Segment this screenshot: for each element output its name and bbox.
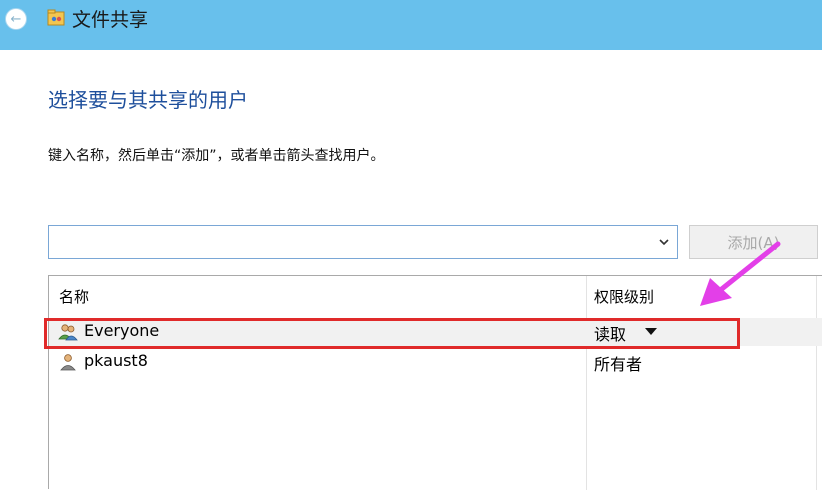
chevron-down-icon[interactable] bbox=[655, 234, 673, 250]
user-icon bbox=[60, 354, 76, 371]
user-name-input[interactable] bbox=[49, 226, 649, 258]
list-item-pkaust8[interactable]: pkaust8 所有者 bbox=[49, 348, 822, 376]
title-bar: ← 文件共享 bbox=[0, 0, 822, 50]
window-title: 文件共享 bbox=[72, 9, 149, 31]
column-header-permission[interactable]: 权限级别 bbox=[594, 286, 654, 307]
user-name: pkaust8 bbox=[84, 351, 148, 370]
back-arrow-icon[interactable]: ← bbox=[5, 8, 27, 30]
instruction-text: 键入名称，然后单击“添加”，或者单击箭头查找用户。 bbox=[48, 148, 385, 164]
column-header-name[interactable]: 名称 bbox=[59, 286, 89, 307]
file-sharing-icon bbox=[47, 9, 65, 26]
column-divider bbox=[586, 276, 587, 490]
user-name-combobox[interactable] bbox=[48, 225, 678, 259]
permission-level: 所有者 bbox=[594, 355, 643, 374]
page-heading: 选择要与其共享的用户 bbox=[48, 88, 248, 112]
highlight-annotation bbox=[44, 318, 740, 349]
pointer-arrow-icon bbox=[700, 241, 781, 306]
column-divider bbox=[816, 276, 817, 490]
